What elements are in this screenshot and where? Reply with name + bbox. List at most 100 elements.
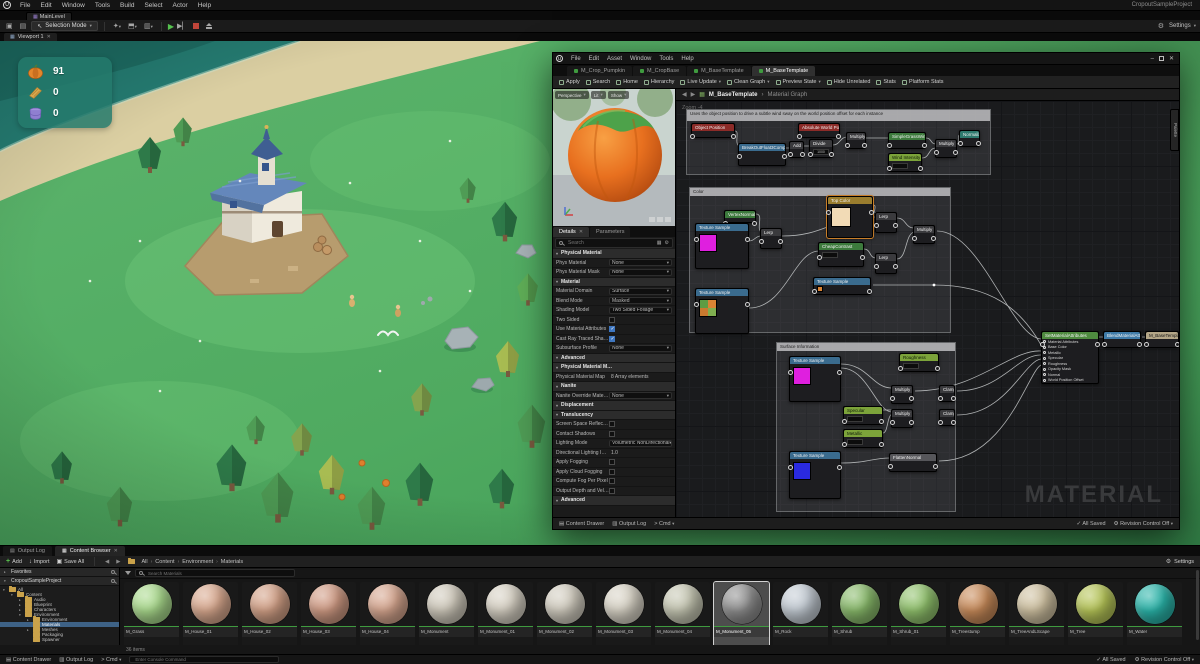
detail-row[interactable]: Nanite ▾ <box>553 382 675 392</box>
detail-row[interactable]: Physical Material ▾ <box>553 249 675 259</box>
graph-node[interactable]: Wind Intensity <box>888 153 922 172</box>
graph-node[interactable]: Multiply <box>913 225 935 244</box>
asset-tile[interactable]: M_Grass <box>124 582 179 654</box>
import-button[interactable]: ↓Import <box>29 559 50 565</box>
forward-icon[interactable]: ▶ <box>691 91 696 98</box>
console-input[interactable] <box>133 656 275 663</box>
asset-tile[interactable]: M_Monument_02 <box>537 582 592 654</box>
detail-row[interactable]: Directional Lighting Intensity 1.0▾ <box>553 449 675 459</box>
asset-tile[interactable]: M_Monument_04 <box>655 582 710 654</box>
breadcrumb-item[interactable]: Environment <box>182 559 213 565</box>
material-graph-canvas[interactable]: Zoom -4 Uses the object position to driv… <box>676 101 1179 517</box>
graph-node[interactable]: CheapContrast <box>818 242 864 267</box>
graph-node[interactable]: Texture Sample <box>813 277 871 295</box>
gear-icon[interactable]: ⚙ <box>1166 558 1171 565</box>
detail-row[interactable]: Phys Material None▾ <box>553 259 675 269</box>
browse-icon[interactable]: ▤ <box>18 22 29 30</box>
graph-node[interactable]: FlattenNormal <box>889 453 937 472</box>
mat-toolbar-button[interactable]: Hierarchy <box>644 79 675 85</box>
revision-control-status[interactable]: ⚙ Revision Control Off ▾ <box>1114 521 1173 527</box>
level-tab[interactable]: ▦ MainLevel <box>26 12 72 20</box>
frame-skip-button[interactable]: ▶▏ <box>177 22 188 30</box>
detail-checkbox[interactable] <box>609 421 615 427</box>
close-icon[interactable]: ✕ <box>47 34 51 40</box>
graph-node[interactable]: Texture Sample <box>789 356 841 402</box>
detail-checkbox[interactable] <box>609 317 615 323</box>
forward-icon[interactable]: ▶ <box>116 559 120 565</box>
tree-folder-item[interactable]: Spawner <box>0 637 119 642</box>
output-log-button[interactable]: ▥ Output Log <box>612 521 646 527</box>
viewport-tab[interactable]: ▦ Viewport 1 ✕ <box>4 33 57 41</box>
scrollbar[interactable] <box>1196 570 1199 640</box>
graph-node[interactable]: Clamp <box>939 409 955 426</box>
asset-tile[interactable]: M_House_01 <box>183 582 238 654</box>
detail-row[interactable]: Physical Material Map 8 Array elements▾ <box>553 373 675 383</box>
palette-tab[interactable]: Palette <box>1170 109 1179 151</box>
graph-node[interactable]: Lerp <box>875 212 897 233</box>
asset-tile[interactable]: M_TreeAndLScape <box>1009 582 1064 654</box>
node-pin[interactable]: World Position Offset <box>1042 378 1098 384</box>
detail-row[interactable]: Material Domain Surface▾ <box>553 287 675 297</box>
graph-node[interactable]: Add <box>789 141 804 158</box>
project-header[interactable]: ▾CropoutSampleProject <box>0 577 119 586</box>
menu-item[interactable]: Asset <box>603 56 626 62</box>
graph-node-blend-attributes[interactable]: BlendMaterialAttributes <box>1103 331 1141 348</box>
asset-tile[interactable]: M_House_02 <box>242 582 297 654</box>
revision-control-status[interactable]: ⚙ Revision Control Off ▾ <box>1135 657 1194 663</box>
detail-row[interactable]: Blend Mode Masked▾ <box>553 297 675 307</box>
maximize-button[interactable] <box>1159 56 1164 61</box>
detail-row[interactable]: Two Sided ▾ <box>553 316 675 326</box>
asset-tile[interactable]: M_Shrub_01 <box>891 582 946 654</box>
asset-tile[interactable]: M_Rock <box>773 582 828 654</box>
graph-node[interactable]: Roughness <box>899 353 939 372</box>
add-actor-icon[interactable]: ✦▾ <box>111 22 123 30</box>
menu-item[interactable]: Window <box>626 56 655 62</box>
graph-node-result[interactable]: M_BaseTemplate <box>1145 331 1179 348</box>
cmd-button[interactable]: > Cmd ▾ <box>101 657 121 663</box>
save-icon[interactable]: ▣ <box>4 22 15 30</box>
graph-node[interactable]: Texture Sample <box>695 223 749 269</box>
back-icon[interactable]: ◀ <box>105 559 109 565</box>
expand-arrow-icon[interactable]: ▸ <box>27 628 31 632</box>
mat-toolbar-button[interactable]: Apply <box>559 79 580 85</box>
detail-value[interactable]: None▾ <box>609 345 672 352</box>
detail-row[interactable]: Nanite Override Material None▾ <box>553 392 675 402</box>
favorites-header[interactable]: ▸Favorites <box>0 568 119 577</box>
detail-row[interactable]: Apply Cloud Fogging ▾ <box>553 468 675 478</box>
play-button[interactable]: ▶ <box>168 22 174 31</box>
asset-tile[interactable]: M_House_04 <box>360 582 415 654</box>
graph-node[interactable]: Texture Sample <box>789 451 841 499</box>
graph-node[interactable]: Clamp <box>939 385 955 402</box>
material-preview[interactable]: Perspective▾ Lit▾ Show▾ <box>553 89 675 226</box>
graph-node[interactable]: Multiply <box>891 385 913 404</box>
tab-output-log[interactable]: ▤Output Log <box>3 546 52 556</box>
selection-mode-dropdown[interactable]: ↖ Selection Mode ▾ <box>31 21 98 31</box>
asset-tile[interactable]: M_Treestump <box>950 582 1005 654</box>
graph-node[interactable]: Multiply <box>935 139 957 158</box>
menu-item[interactable]: Help <box>193 2 216 9</box>
detail-value[interactable]: Volumetric NonDirectional▾ <box>609 440 672 447</box>
cb-settings-button[interactable]: Settings <box>1174 559 1194 565</box>
minimize-button[interactable]: – <box>1151 56 1154 62</box>
menu-item[interactable]: Window <box>57 2 90 9</box>
menu-item[interactable]: Build <box>115 2 139 9</box>
content-drawer-button[interactable]: ▤ Content Drawer <box>6 657 51 663</box>
graph-node[interactable]: SimpleGrassWind <box>888 132 926 149</box>
menu-item[interactable]: Tools <box>655 56 677 62</box>
menu-item[interactable]: File <box>567 56 585 62</box>
detail-row[interactable]: Use Material Attributes ▾ <box>553 325 675 335</box>
detail-value[interactable]: None▾ <box>609 392 672 399</box>
graph-node[interactable]: Texture Sample <box>695 288 749 334</box>
asset-tile[interactable]: M_Monument <box>419 582 474 654</box>
detail-checkbox[interactable] <box>609 469 615 475</box>
detail-row[interactable]: Output Depth and Velocity ▾ <box>553 487 675 497</box>
breadcrumb-item[interactable]: Content <box>155 559 174 565</box>
saved-status[interactable]: ✓ All Saved <box>1097 657 1126 663</box>
gear-icon[interactable]: ⚙ <box>665 240 669 246</box>
mat-toolbar-button[interactable]: Live Update ▾ <box>680 79 721 85</box>
breadcrumb-item[interactable]: All <box>142 559 148 565</box>
add-button[interactable]: +Add <box>6 558 22 565</box>
expand-arrow-icon[interactable]: ▾ <box>19 613 23 617</box>
detail-row[interactable]: Displacement ▾ <box>553 401 675 411</box>
tab-parameters[interactable]: Parameters <box>590 227 630 237</box>
